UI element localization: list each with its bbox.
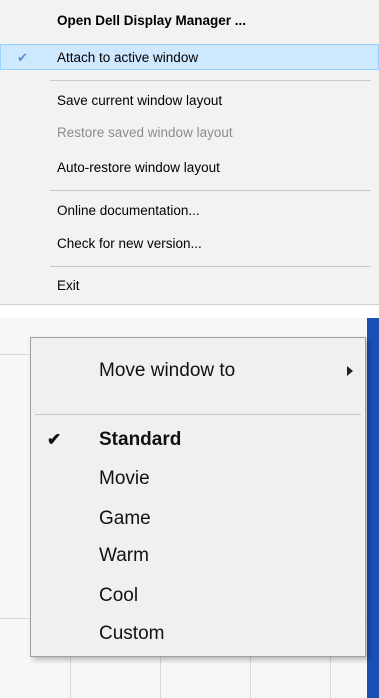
- preset-label: Cool: [99, 585, 139, 606]
- window-popup-menu: Move window to ✔ Standard Movie Game War…: [30, 337, 366, 657]
- preset-label: Standard: [99, 429, 182, 450]
- menu-item-label: Restore saved window layout: [57, 125, 233, 140]
- display-manager-context-menu: Open Dell Display Manager ... ✔ Attach t…: [0, 0, 379, 305]
- menu-item-label: Attach to active window: [57, 50, 199, 65]
- menu-item-restore-layout: Restore saved window layout: [0, 120, 379, 146]
- preset-item-warm[interactable]: Warm: [31, 539, 365, 573]
- menu-item-auto-restore[interactable]: Auto-restore window layout: [0, 155, 379, 181]
- menu-item-exit[interactable]: Exit: [0, 273, 379, 299]
- menu-item-save-layout[interactable]: Save current window layout: [0, 88, 379, 114]
- preset-item-standard[interactable]: ✔ Standard: [31, 423, 365, 457]
- menu-item-move-window-to[interactable]: Move window to: [31, 354, 365, 388]
- menu-item-label: Move window to: [99, 360, 236, 381]
- preset-label: Game: [99, 508, 151, 529]
- preset-item-movie[interactable]: Movie: [31, 462, 365, 496]
- preset-label: Warm: [99, 545, 149, 566]
- menu-separator: [50, 80, 371, 81]
- menu-item-label: Open Dell Display Manager ...: [57, 13, 247, 28]
- submenu-arrow-icon: [347, 366, 353, 376]
- menu-item-label: Auto-restore window layout: [57, 160, 220, 175]
- menu-item-label: Online documentation...: [57, 203, 200, 218]
- preset-label: Movie: [99, 468, 150, 489]
- preset-item-cool[interactable]: Cool: [31, 579, 365, 613]
- menu-item-label: Save current window layout: [57, 93, 223, 108]
- menu-item-label: Check for new version...: [57, 236, 202, 251]
- menu-item-label: Exit: [57, 278, 80, 293]
- menu-separator: [50, 190, 371, 191]
- menu-separator: [50, 266, 371, 267]
- preset-label: Custom: [99, 623, 165, 644]
- preset-item-custom[interactable]: Custom: [31, 617, 365, 651]
- menu-item-attach-active-window[interactable]: ✔ Attach to active window: [0, 44, 379, 70]
- menu-item-open-ddm[interactable]: Open Dell Display Manager ...: [0, 8, 379, 34]
- preset-item-game[interactable]: Game: [31, 502, 365, 536]
- menu-item-online-docs[interactable]: Online documentation...: [0, 198, 379, 224]
- checkmark-icon: ✔: [47, 430, 62, 449]
- window-accent-bar: [367, 318, 379, 698]
- menu-separator: [35, 414, 361, 415]
- checkmark-icon: ✔: [17, 50, 28, 65]
- menu-item-check-version[interactable]: Check for new version...: [0, 231, 379, 257]
